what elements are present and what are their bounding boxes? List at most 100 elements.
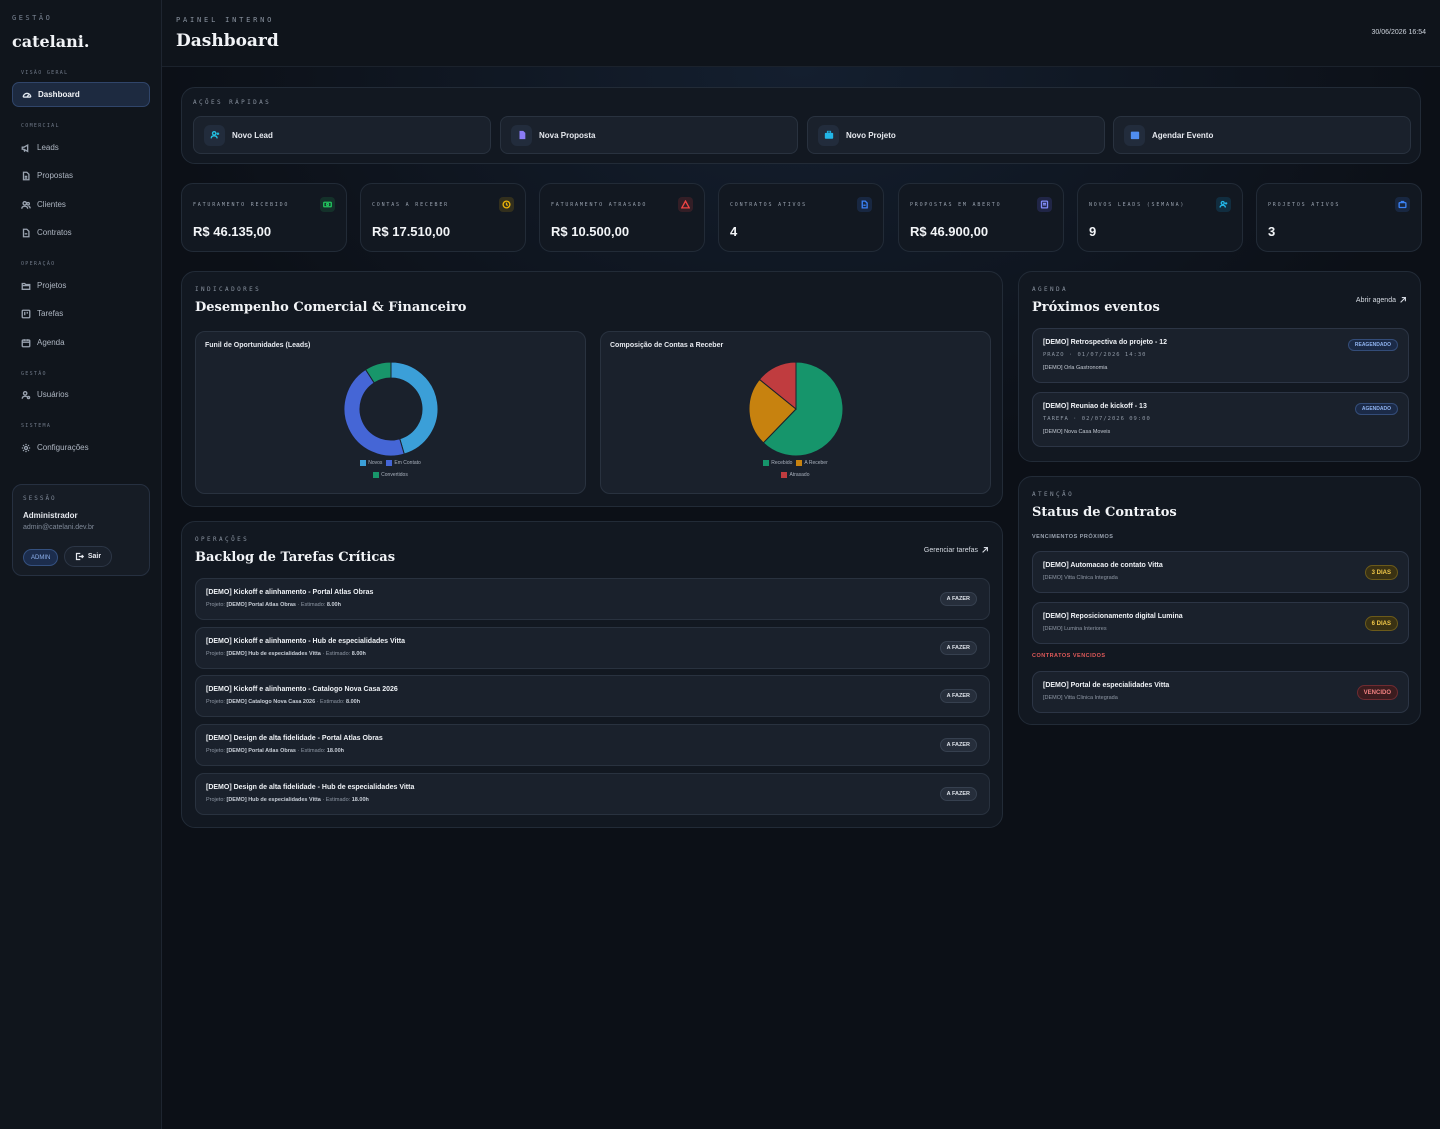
sidebar: GESTÃO catelani. VISÃO GERAL Dashboard C… — [0, 0, 162, 1129]
header-kicker: PAINEL INTERNO — [176, 16, 275, 24]
legend-swatch — [360, 460, 367, 466]
file-icon — [22, 171, 30, 180]
user-plus-icon — [204, 124, 225, 146]
quick-actions-kicker: AÇÕES RÁPIDAS — [193, 99, 272, 106]
new-proposal-button[interactable]: Nova Proposta — [500, 116, 798, 154]
user-cog-icon — [21, 390, 31, 399]
contract-client: [DEMO] Vitta Clinica Integrada — [1043, 575, 1118, 581]
task-row[interactable]: [DEMO] Kickoff e alinhamento - Catalogo … — [195, 675, 990, 717]
sidebar-item-leads[interactable]: Leads — [12, 135, 150, 160]
task-title: [DEMO] Design de alta fidelidade - Porta… — [206, 735, 383, 742]
sidebar-item-clientes[interactable]: Clientes — [12, 192, 150, 217]
new-project-button[interactable]: Novo Projeto — [807, 116, 1105, 154]
brand-logo[interactable]: catelani. — [12, 32, 89, 51]
kpi-card-propostas-em-aberto: PROPOSTAS EM ABERTO R$ 46.900,00 — [898, 183, 1064, 252]
task-row[interactable]: [DEMO] Kickoff e alinhamento - Hub de es… — [195, 627, 990, 669]
expired-label: CONTRATOS VENCIDOS — [1032, 653, 1106, 659]
sidebar-item-tarefas[interactable]: Tarefas — [12, 301, 150, 326]
page-title: Dashboard — [176, 31, 279, 51]
backlog-panel: OPERAÇÕES Backlog de Tarefas Críticas Ge… — [181, 521, 1003, 828]
task-meta: Projeto: [DEMO] Portal Atlas Obras · Est… — [206, 602, 341, 608]
task-row[interactable]: [DEMO] Kickoff e alinhamento - Portal At… — [195, 578, 990, 620]
backlog-kicker: OPERAÇÕES — [195, 536, 250, 543]
legend-label: Em Contato — [394, 460, 421, 466]
nav-section-comercial: COMERCIAL — [21, 123, 60, 129]
sidebar-item-dashboard[interactable]: Dashboard — [12, 82, 150, 107]
kpi-label: PROJETOS ATIVOS — [1268, 202, 1341, 208]
event-item[interactable]: [DEMO] Retrospectiva do projeto - 12 PRA… — [1032, 328, 1409, 383]
nav-section-gestao: GESTÃO — [21, 371, 47, 377]
task-status-badge: A FAZER — [939, 641, 977, 655]
chart-legend-row2: Convertidos — [196, 472, 585, 478]
sidebar-item-propostas[interactable]: Propostas — [12, 163, 150, 188]
leads-funnel-chart: Funil de Oportunidades (Leads) Novos Em … — [195, 331, 586, 494]
top-header: PAINEL INTERNO Dashboard 30/06/2026 16:5… — [162, 0, 1440, 67]
legend-item: Em Contato — [386, 460, 421, 466]
kpi-card-novos-leads: NOVOS LEADS (SEMANA) 9 — [1077, 183, 1243, 252]
task-title: [DEMO] Design de alta fidelidade - Hub d… — [206, 784, 415, 791]
role-badge: ADMIN — [23, 549, 59, 566]
schedule-event-label: Agendar Evento — [1152, 130, 1214, 140]
contract-item[interactable]: [DEMO] Reposicionamento digital Lumina [… — [1032, 602, 1409, 644]
session-user-email: admin@catelani.dev.br — [23, 524, 95, 531]
alert-icon — [678, 197, 693, 212]
new-lead-button[interactable]: Novo Lead — [193, 116, 491, 154]
sidebar-item-label: Clientes — [37, 200, 66, 209]
sidebar-item-agenda[interactable]: Agenda — [12, 330, 150, 355]
days-left-badge: 6 DIAS — [1364, 616, 1398, 631]
receivables-pie — [748, 361, 844, 457]
chart-legend-row1: Recebido A Receber — [601, 460, 990, 466]
contract-title: [DEMO] Portal de especialidades Vitta — [1043, 682, 1170, 689]
manage-tasks-link[interactable]: Gerenciar tarefas — [924, 546, 989, 554]
sidebar-item-contratos[interactable]: Contratos — [12, 220, 150, 245]
sidebar-item-label: Propostas — [37, 171, 74, 180]
new-project-label: Novo Projeto — [846, 130, 896, 140]
new-lead-label: Novo Lead — [232, 130, 273, 140]
task-row[interactable]: [DEMO] Design de alta fidelidade - Porta… — [195, 724, 990, 766]
sidebar-item-configuracoes[interactable]: Configurações — [12, 435, 150, 460]
calendar-icon — [21, 338, 31, 347]
kpi-value: R$ 46.135,00 — [193, 224, 272, 239]
legend-swatch — [781, 472, 788, 478]
contract-item[interactable]: [DEMO] Portal de especialidades Vitta [D… — [1032, 671, 1409, 713]
event-status-badge: REAGENDADO — [1347, 339, 1398, 351]
legend-swatch — [763, 460, 770, 466]
legend-label: Atrasado — [789, 472, 810, 478]
brand-kicker: GESTÃO — [12, 14, 53, 22]
users-icon — [21, 200, 31, 209]
kpi-label: NOVOS LEADS (SEMANA) — [1089, 202, 1186, 208]
open-agenda-link[interactable]: Abrir agenda — [1356, 296, 1407, 304]
arrow-up-right-icon — [1400, 297, 1406, 303]
logout-button[interactable]: Sair — [64, 546, 112, 567]
task-status-badge: A FAZER — [939, 592, 977, 606]
contract-title: [DEMO] Automacao de contato Vitta — [1043, 562, 1163, 569]
contracts-panel: ATENÇÃO Status de Contratos VENCIMENTOS … — [1018, 476, 1421, 725]
session-kicker: SESSÃO — [23, 495, 57, 502]
sidebar-item-label: Dashboard — [38, 90, 80, 99]
manage-tasks-label: Gerenciar tarefas — [923, 546, 978, 554]
session-user-name: Administrador — [23, 511, 78, 520]
indicators-kicker: INDICADORES — [195, 286, 262, 293]
receivables-composition-chart: Composição de Contas a Receber Recebido … — [600, 331, 991, 494]
kpi-label: CONTAS A RECEBER — [372, 202, 449, 208]
kpi-value: R$ 17.510,00 — [372, 224, 451, 239]
sidebar-item-projetos[interactable]: Projetos — [12, 273, 150, 298]
event-client: [DEMO] Orla Gastronomia — [1043, 365, 1108, 371]
agenda-title: Próximos eventos — [1032, 300, 1160, 315]
task-meta: Projeto: [DEMO] Catalogo Nova Casa 2026 … — [206, 699, 361, 705]
contract-item[interactable]: [DEMO] Automacao de contato Vitta [DEMO]… — [1032, 551, 1409, 593]
schedule-event-button[interactable]: Agendar Evento — [1113, 116, 1411, 154]
event-item[interactable]: [DEMO] Reuniao de kickoff - 13 TAREFA · … — [1032, 392, 1409, 447]
task-meta: Projeto: [DEMO] Hub de especialidades Vi… — [206, 797, 369, 803]
expired-badge: VENCIDO — [1356, 685, 1398, 700]
days-left-badge: 3 DIAS — [1364, 565, 1398, 580]
legend-item: Novos — [360, 460, 382, 466]
sidebar-item-usuarios[interactable]: Usuários — [12, 382, 150, 407]
gear-icon — [21, 443, 31, 452]
contract-title: [DEMO] Reposicionamento digital Lumina — [1043, 613, 1183, 620]
event-meta: TAREFA · 02/07/2026 09:00 — [1043, 416, 1151, 422]
nav-section-visao-geral: VISÃO GERAL — [21, 70, 69, 76]
task-row[interactable]: [DEMO] Design de alta fidelidade - Hub d… — [195, 773, 990, 815]
legend-swatch — [386, 460, 393, 466]
calendar-icon — [1124, 124, 1145, 146]
